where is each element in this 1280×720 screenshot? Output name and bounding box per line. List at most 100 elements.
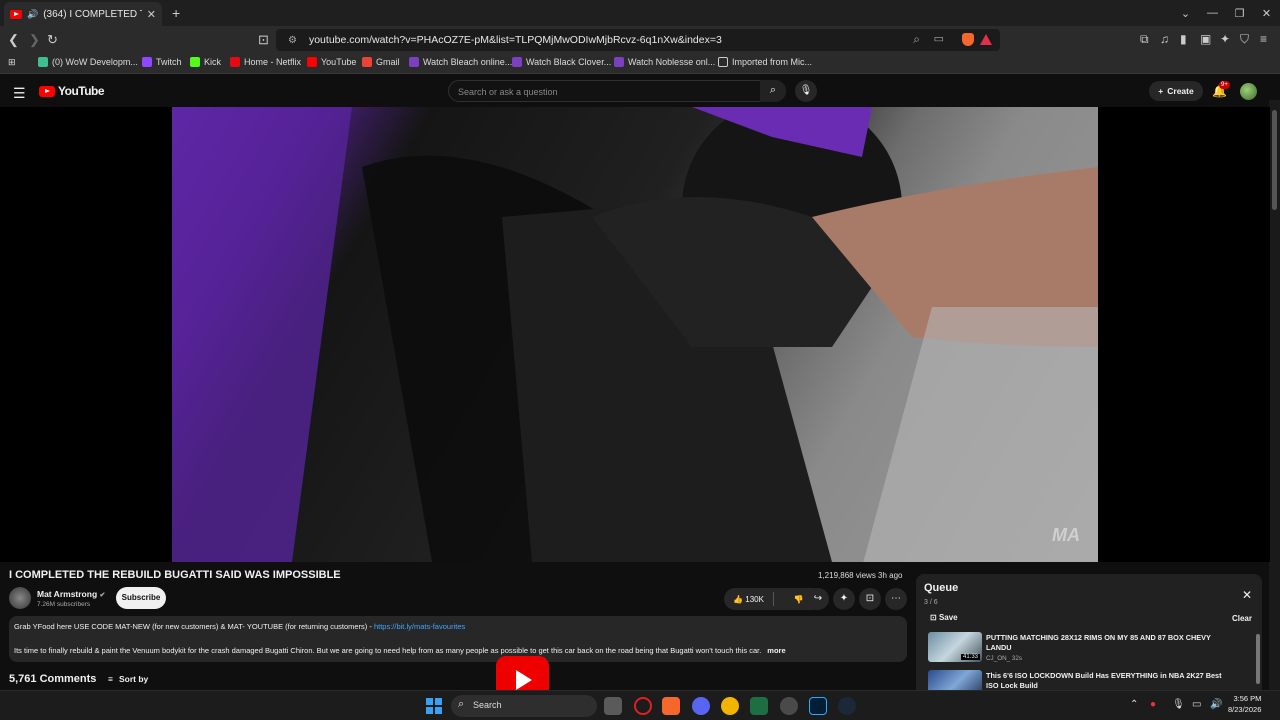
video-frame[interactable]: MA xyxy=(172,107,1098,562)
tray-app-icon[interactable]: ● xyxy=(1150,699,1156,710)
apps-icon[interactable]: ⊞ xyxy=(8,57,16,68)
close-window-button[interactable]: ✕ xyxy=(1253,7,1280,20)
bookmark-item[interactable]: Watch Bleach online... xyxy=(409,57,512,67)
volume-icon[interactable]: 🔊 xyxy=(1210,699,1222,710)
show-more-button[interactable]: more xyxy=(767,646,785,655)
steam-icon[interactable] xyxy=(838,697,856,715)
video-title: I COMPLETED THE REBUILD BUGATTI SAID WAS… xyxy=(9,569,341,581)
close-tab-icon[interactable]: ✕ xyxy=(147,8,156,21)
search-button[interactable]: ⌕ xyxy=(760,80,786,102)
photoshop-icon[interactable] xyxy=(809,697,827,715)
app-icon[interactable] xyxy=(780,697,798,715)
bookmark-item[interactable]: Watch Black Clover... xyxy=(512,57,611,67)
network-icon[interactable]: ▭ xyxy=(1192,699,1201,710)
opera-icon[interactable] xyxy=(634,697,652,715)
back-icon[interactable]: ❮ xyxy=(8,32,19,48)
queue-item[interactable]: 41:33 PUTTING MATCHING 28X12 RIMS ON MY … xyxy=(928,632,1258,666)
forward-icon[interactable]: ❯ xyxy=(29,32,40,48)
discord-icon[interactable] xyxy=(692,697,710,715)
bookmark-page-icon[interactable]: ⊡ xyxy=(258,32,269,48)
bookmarks-bar: ⊞ (0) WoW Developm... Twitch Kick Home -… xyxy=(0,53,1280,74)
description-box[interactable]: Grab YFood here USE CODE MAT-NEW (for ne… xyxy=(9,616,907,662)
queue-position: 3 / 6 xyxy=(924,599,938,606)
channel-watermark: MA xyxy=(1052,525,1080,545)
new-tab-button[interactable]: + xyxy=(172,5,180,21)
reload-icon[interactable]: ↻ xyxy=(47,32,58,48)
zoom-icon[interactable]: ⌕ xyxy=(913,32,920,47)
queue-item-meta: CJ_ON_ 32s xyxy=(986,655,1023,662)
channel-avatar[interactable] xyxy=(9,587,31,609)
menu-icon[interactable]: ≡ xyxy=(1260,32,1267,46)
avatar[interactable] xyxy=(1240,83,1257,100)
video-player[interactable]: MA xyxy=(0,107,1270,562)
cast-icon[interactable]: ▭ xyxy=(934,32,944,45)
system-clock[interactable]: 3:56 PM 8/23/2026 xyxy=(1228,694,1261,715)
youtube-logo[interactable]: YouTube xyxy=(39,84,105,98)
windows-taskbar: ⌕ Search ⌃ ● 🎙 ▭ 🔊 3:56 PM 8/23/2026 xyxy=(0,690,1280,720)
more-actions-icon[interactable]: ⋯ xyxy=(885,588,907,610)
leo-ai-icon[interactable]: ✦ xyxy=(1220,32,1230,46)
channel-name[interactable]: Mat Armstrong ✔ xyxy=(37,589,105,599)
description-line: Its time to finally rebuild & paint the … xyxy=(14,646,762,655)
queue-panel: Queue 3 / 6 ✕ ⊡ Save Clear 41:33 PUTTING… xyxy=(916,574,1262,690)
youtube-header: ☰ YouTube Search or ask a question ⌕ 🎙 +… xyxy=(0,75,1280,107)
chrome-icon[interactable] xyxy=(721,697,739,715)
queue-item[interactable]: This 6'6 ISO LOCKDOWN Build Has EVERYTHI… xyxy=(928,670,1258,690)
bookmark-folder[interactable]: Imported from Mic... xyxy=(718,57,812,67)
save-icon[interactable]: ⊡ xyxy=(859,588,881,610)
windows-start-icon[interactable] xyxy=(426,698,442,714)
maximize-button[interactable]: ❐ xyxy=(1226,7,1253,20)
speaker-icon[interactable]: 🔊 xyxy=(27,9,38,20)
bookmark-item[interactable]: YouTube xyxy=(307,57,356,67)
subscribe-button[interactable]: Subscribe xyxy=(116,587,166,609)
youtube-favicon-icon xyxy=(10,9,22,19)
create-button[interactable]: + Create xyxy=(1149,81,1203,101)
bookmark-item[interactable]: Gmail xyxy=(362,57,400,67)
queue-scrollbar[interactable] xyxy=(1256,634,1260,684)
bookmark-item[interactable]: Home - Netflix xyxy=(230,57,301,67)
bookmark-item[interactable]: Watch Noblesse onl... xyxy=(614,57,715,67)
site-info-icon[interactable]: ⚙ xyxy=(288,35,297,46)
queue-thumbnail xyxy=(928,670,982,690)
bookmark-item[interactable]: (0) WoW Developm... xyxy=(38,57,138,67)
tab-search-icon[interactable]: ⌄ xyxy=(1172,7,1199,20)
like-button[interactable]: 👍 130K xyxy=(724,595,773,604)
page-scrollbar[interactable] xyxy=(1269,100,1280,690)
browser-tab-active[interactable]: 🔊 (364) I COMPLETED THE REBU ✕ xyxy=(4,2,162,26)
plus-icon: + xyxy=(1158,86,1164,96)
queue-title: Queue xyxy=(924,582,959,594)
bookmark-item[interactable]: Twitch xyxy=(142,57,182,67)
bookmark-item[interactable]: Kick xyxy=(190,57,221,67)
search-input[interactable]: Search or ask a question xyxy=(448,80,786,102)
search-icon: ⌕ xyxy=(458,698,465,710)
media-icon[interactable]: ♫ xyxy=(1160,32,1169,46)
brave-icon[interactable] xyxy=(662,697,680,715)
extensions-icon[interactable]: ⧉ xyxy=(1140,32,1149,47)
verified-icon: ✔ xyxy=(99,592,106,599)
queue-clear-button[interactable]: Clear xyxy=(1232,614,1252,623)
taskbar-search[interactable]: ⌕ Search xyxy=(451,695,597,717)
tray-overflow-icon[interactable]: ⌃ xyxy=(1130,699,1138,710)
voice-search-icon[interactable]: 🎙 xyxy=(795,80,817,102)
queue-save-button[interactable]: ⊡ Save xyxy=(930,613,958,622)
brave-rewards-icon[interactable] xyxy=(980,34,992,45)
queue-item-title: This 6'6 ISO LOCKDOWN Build Has EVERYTHI… xyxy=(986,671,1222,690)
queue-item-title: PUTTING MATCHING 28X12 RIMS ON MY 85 AND… xyxy=(986,633,1211,653)
share-icon[interactable]: ↪ xyxy=(807,588,829,610)
ask-icon[interactable]: ✦ xyxy=(833,588,855,610)
sidebar-icon[interactable]: ▮ xyxy=(1180,32,1187,46)
excel-icon[interactable] xyxy=(750,697,768,715)
sort-by-button[interactable]: ≡ Sort by xyxy=(108,674,148,684)
youtube-logo-icon xyxy=(39,85,55,97)
task-view-icon[interactable] xyxy=(604,697,622,715)
url-bar[interactable]: ⚙ youtube.com/watch?v=PHAcOZ7E-pM&list=T… xyxy=(276,29,1000,51)
close-queue-icon[interactable]: ✕ xyxy=(1242,588,1252,602)
brave-shield-icon[interactable] xyxy=(962,33,974,46)
microphone-icon[interactable]: 🎙 xyxy=(1172,699,1185,710)
guide-menu-icon[interactable]: ☰ xyxy=(13,85,26,102)
minimize-button[interactable]: — xyxy=(1199,7,1226,19)
thumbs-up-icon: 👍 xyxy=(733,594,744,604)
description-link[interactable]: https://bit.ly/mats-favourites xyxy=(374,622,465,631)
wallet-icon[interactable]: ▣ xyxy=(1200,32,1211,46)
vpn-icon[interactable]: ⛉ xyxy=(1240,32,1249,47)
